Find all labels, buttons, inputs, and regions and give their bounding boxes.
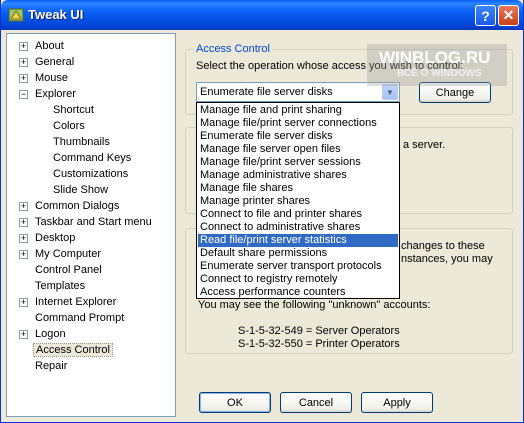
dropdown-option[interactable]: Enumerate file server disks	[198, 130, 398, 143]
ok-button[interactable]: OK	[199, 392, 271, 413]
tree-item-label: Common Dialogs	[35, 200, 120, 212]
tree-item-label: Command Keys	[53, 152, 132, 164]
tree-item-label: My Computer	[35, 248, 102, 260]
expand-icon[interactable]: +	[19, 42, 28, 51]
expand-icon[interactable]: +	[19, 58, 28, 67]
tree-item-desktop[interactable]: + Desktop	[19, 230, 77, 246]
tree-item-access-control[interactable]: Access Control	[33, 342, 113, 358]
tree-item-label: Repair	[35, 360, 68, 372]
window-title: Tweak UI	[28, 7, 84, 22]
expand-icon[interactable]: +	[19, 202, 28, 211]
cancel-button[interactable]: Cancel	[280, 392, 352, 413]
tree-item-label: Taskbar and Start menu	[35, 216, 152, 228]
tree-item-label: Access Control	[33, 343, 113, 357]
dropdown-option[interactable]: Manage printer shares	[198, 195, 398, 208]
tree-item-customizations[interactable]: Customizations	[51, 166, 130, 182]
dropdown-option[interactable]: Manage file/print server sessions	[198, 156, 398, 169]
dropdown-option-highlighted[interactable]: Read file/print server statistics	[198, 234, 398, 247]
tree-item-label: Control Panel	[35, 264, 102, 276]
dropdown-option[interactable]: Manage file and print sharing	[198, 104, 398, 117]
tweak-ui-window: Tweak UI ? ✕ + About + General + Mouse −…	[0, 0, 524, 423]
title-bar[interactable]: Tweak UI ? ✕	[1, 0, 523, 30]
chevron-down-icon[interactable]: ▼	[382, 84, 398, 100]
expand-icon[interactable]: +	[19, 298, 28, 307]
selected-operation: Enumerate file server disks	[200, 86, 333, 98]
tree-item-label: General	[35, 56, 75, 68]
partial-text: a server.	[403, 139, 446, 151]
expand-icon[interactable]: +	[19, 250, 28, 259]
help-button[interactable]: ?	[475, 5, 496, 26]
close-button[interactable]: ✕	[498, 5, 519, 26]
watermark-line2: ВСЁ О WINDOWS	[397, 68, 482, 79]
tree-item-label: Logon	[35, 328, 66, 340]
watermark-logo: WINBLOG.RU ВСЁ О WINDOWS	[367, 44, 507, 86]
tree-item-my-computer[interactable]: + My Computer	[19, 246, 103, 262]
partial-text: changes to these	[401, 240, 485, 252]
tree-item-control-panel[interactable]: Control Panel	[33, 262, 104, 278]
dropdown-option[interactable]: Access performance counters	[198, 286, 398, 299]
tree-item-label: Shortcut	[53, 104, 94, 116]
tree-item-label: Desktop	[35, 232, 76, 244]
tree-item-taskbar[interactable]: + Taskbar and Start menu	[19, 214, 154, 230]
dropdown-option[interactable]: Manage file server open files	[198, 143, 398, 156]
expand-icon[interactable]: +	[19, 234, 28, 243]
tree-item-shortcut[interactable]: Shortcut	[51, 102, 96, 118]
dropdown-option[interactable]: Manage file shares	[198, 182, 398, 195]
tree-item-label: Explorer	[35, 88, 76, 100]
collapse-icon[interactable]: −	[19, 90, 28, 99]
tree-item-common-dialogs[interactable]: + Common Dialogs	[19, 198, 121, 214]
tree-item-general[interactable]: + General	[19, 54, 76, 70]
tweak-ui-app-icon	[8, 8, 24, 22]
tree-item-command-prompt[interactable]: Command Prompt	[33, 310, 126, 326]
tree-item-explorer[interactable]: − Explorer	[19, 86, 78, 102]
account-entry: S-1-5-32-550 = Printer Operators	[238, 338, 400, 350]
dropdown-option[interactable]: Enumerate server transport protocols	[198, 260, 398, 273]
group-title: Access Control	[194, 43, 272, 55]
dropdown-option[interactable]: Default share permissions	[198, 247, 398, 260]
tree-item-thumbnails[interactable]: Thumbnails	[51, 134, 112, 150]
apply-button[interactable]: Apply	[361, 392, 433, 413]
dropdown-option[interactable]: Manage administrative shares	[198, 169, 398, 182]
dropdown-option[interactable]: Connect to file and printer shares	[198, 208, 398, 221]
tree-item-about[interactable]: + About	[19, 38, 66, 54]
dropdown-option[interactable]: Manage file/print server connections	[198, 117, 398, 130]
tree-item-label: Internet Explorer	[35, 296, 117, 308]
tree-item-label: Templates	[35, 280, 86, 292]
tree-item-templates[interactable]: Templates	[33, 278, 87, 294]
tree-item-label: Thumbnails	[53, 136, 110, 148]
tree-item-label: About	[35, 40, 64, 52]
operation-dropdown-list[interactable]: Manage file and print sharing Manage fil…	[196, 102, 400, 299]
tree-item-colors[interactable]: Colors	[51, 118, 87, 134]
tree-item-label: Command Prompt	[35, 312, 125, 324]
watermark-line1: WINBLOG.RU	[379, 48, 491, 67]
unknown-accounts-note: You may see the following "unknown" acco…	[198, 299, 431, 311]
tree-item-label: Colors	[53, 120, 85, 132]
tree-item-slide-show[interactable]: Slide Show	[51, 182, 110, 198]
expand-icon[interactable]: +	[19, 218, 28, 227]
account-entry: S-1-5-32-549 = Server Operators	[238, 325, 400, 337]
dropdown-option[interactable]: Connect to administrative shares	[198, 221, 398, 234]
partial-text: nstances, you may	[401, 253, 493, 265]
tree-item-label: Customizations	[53, 168, 129, 180]
tree-item-label: Mouse	[35, 72, 69, 84]
dropdown-option[interactable]: Connect to registry remotely	[198, 273, 398, 286]
tree-item-internet-explorer[interactable]: + Internet Explorer	[19, 294, 118, 310]
category-tree[interactable]: + About + General + Mouse − Explorer Sho…	[6, 33, 176, 417]
tree-item-command-keys[interactable]: Command Keys	[51, 150, 133, 166]
expand-icon[interactable]: +	[19, 330, 28, 339]
tree-item-mouse[interactable]: + Mouse	[19, 70, 70, 86]
tree-item-repair[interactable]: Repair	[33, 358, 69, 374]
tree-item-logon[interactable]: + Logon	[19, 326, 68, 342]
expand-icon[interactable]: +	[19, 74, 28, 83]
tree-item-label: Slide Show	[53, 184, 109, 196]
